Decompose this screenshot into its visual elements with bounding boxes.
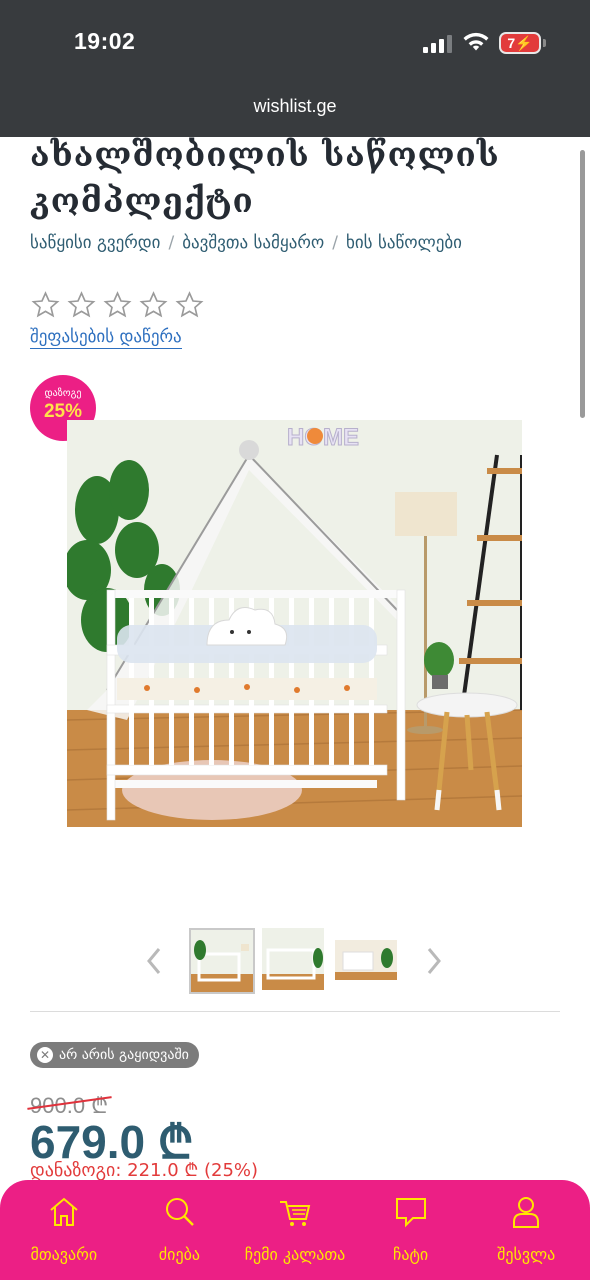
page-scrollbar[interactable]: [580, 150, 585, 418]
cellular-signal-icon: [423, 33, 452, 53]
breadcrumb-separator: /: [168, 233, 175, 253]
breadcrumb-kids-world[interactable]: ბავშვთა სამყარო: [182, 233, 324, 253]
svg-text:HOME: HOME: [287, 424, 359, 451]
nav-label-login: შესვლა: [497, 1245, 556, 1264]
star-icon[interactable]: [30, 290, 61, 320]
savings-amount: დანაზოგი: 221.0 ₾ (25%): [30, 1160, 259, 1181]
nav-label-cart: ჩემი კალათა: [244, 1245, 346, 1264]
battery-level: 7: [507, 35, 516, 51]
star-icon[interactable]: [138, 290, 169, 320]
search-icon: [166, 1198, 195, 1226]
gallery-thumbnail-3[interactable]: [335, 928, 401, 994]
nav-label-home: მთავარი: [30, 1245, 98, 1264]
battery-charging-icon: 7 ⚡: [499, 32, 546, 54]
nav-item-cart[interactable]: ჩემი კალათა: [240, 1180, 350, 1280]
product-main-image[interactable]: HOME: [67, 420, 522, 827]
stock-status-text: არ არის გაყიდვაში: [59, 1047, 189, 1063]
chevron-left-icon[interactable]: [142, 944, 166, 978]
gallery-thumbnail-1[interactable]: [189, 928, 255, 994]
browser-chrome: 19:02 7 ⚡ wishlist.ge: [0, 0, 590, 137]
out-of-stock-badge: ✕ არ არის გაყიდვაში: [30, 1042, 199, 1068]
write-review-link[interactable]: შეფასების დაწერა: [30, 327, 182, 349]
address-bar-url[interactable]: wishlist.ge: [0, 96, 590, 117]
chat-icon: [395, 1198, 426, 1228]
breadcrumb: საწყისი გვერდი / ბავშვთა სამყარო / ხის ს…: [30, 233, 462, 253]
breadcrumb-separator: /: [332, 233, 338, 253]
bottom-navigation: მთავარი ძიება ჩემი კალათა ჩატი შესვლა: [0, 1180, 590, 1280]
cart-icon: [279, 1201, 311, 1226]
section-divider: [30, 1011, 560, 1012]
star-icon[interactable]: [66, 290, 97, 320]
product-title-line2: კომპლექტი: [30, 181, 254, 220]
home-icon: [50, 1197, 78, 1226]
gallery-thumbnail-2[interactable]: [262, 928, 328, 994]
rating-stars: [30, 290, 205, 320]
nav-item-home[interactable]: მთავარი: [9, 1180, 119, 1280]
user-icon: [513, 1197, 540, 1228]
chevron-right-icon[interactable]: [422, 944, 446, 978]
breadcrumb-wooden-beds[interactable]: ხის საწოლები: [346, 233, 462, 253]
close-circle-icon: ✕: [37, 1047, 53, 1063]
nav-label-chat: ჩატი: [392, 1245, 429, 1264]
product-title-line1: ახალშობილის საწოლის: [30, 135, 500, 174]
product-title: ახალშობილის საწოლის კომპლექტი: [30, 132, 550, 224]
nav-item-chat[interactable]: ჩატი: [356, 1180, 466, 1280]
nav-item-search[interactable]: ძიება: [124, 1180, 234, 1280]
star-icon[interactable]: [174, 290, 205, 320]
nav-item-login[interactable]: შესვლა: [471, 1180, 581, 1280]
wifi-icon: [463, 32, 489, 51]
breadcrumb-home[interactable]: საწყისი გვერდი: [30, 233, 160, 253]
nav-label-search: ძიება: [158, 1245, 200, 1264]
star-icon[interactable]: [102, 290, 133, 320]
status-time: 19:02: [74, 28, 136, 54]
discount-label: დაზოგე: [44, 388, 82, 399]
